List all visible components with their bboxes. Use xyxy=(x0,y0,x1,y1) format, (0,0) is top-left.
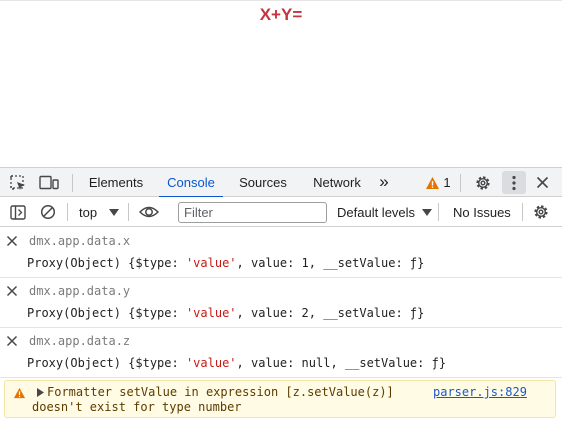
close-icon xyxy=(6,235,18,247)
dropdown-caret-icon xyxy=(421,209,432,216)
kebab-menu-icon[interactable] xyxy=(502,171,526,194)
console-command: dmx.app.data.x xyxy=(29,234,131,248)
warning-line-2: doesn't exist for type number xyxy=(32,400,242,414)
tab-network[interactable]: Network xyxy=(307,168,367,197)
console-command: dmx.app.data.z xyxy=(29,334,131,348)
toolbar-divider xyxy=(128,203,129,221)
result-suffix: , value: null, __setValue: ƒ} xyxy=(236,356,447,370)
console-messages: dmx.app.data.x Proxy(Object) {$type: 'va… xyxy=(0,228,562,430)
result-type-string: 'value' xyxy=(185,356,237,370)
log-levels-dropdown[interactable]: Default levels xyxy=(337,197,432,227)
context-selector[interactable]: top xyxy=(79,197,119,227)
warning-line-1: Formatter setValue in expression [z.setV… xyxy=(47,385,394,399)
warning-icon xyxy=(13,387,26,399)
context-label: top xyxy=(79,205,98,220)
log-levels-label: Default levels xyxy=(337,205,416,220)
result-prefix: Proxy(Object) {$type: xyxy=(27,356,186,370)
tabbar-divider xyxy=(72,174,73,192)
console-result[interactable]: Proxy(Object) {$type: 'value', value: nu… xyxy=(27,356,446,370)
result-prefix: Proxy(Object) {$type: xyxy=(27,306,186,320)
eye-icon[interactable] xyxy=(137,197,161,227)
console-warning[interactable]: Formatter setValue in expression [z.setV… xyxy=(4,380,556,418)
sidebar-toggle-icon[interactable] xyxy=(8,197,28,227)
devtools-tabbar: Elements Console Sources Network » 1 xyxy=(0,167,562,198)
devtools-panel: Elements Console Sources Network » 1 top xyxy=(0,167,562,430)
tab-console[interactable]: Console xyxy=(159,168,223,198)
warning-source-link[interactable]: parser.js:829 xyxy=(433,385,527,399)
console-message[interactable]: dmx.app.data.x Proxy(Object) {$type: 'va… xyxy=(0,228,562,278)
console-toolbar: top Default levels No Issues xyxy=(0,197,562,227)
console-settings-gear-icon[interactable] xyxy=(530,197,552,227)
dropdown-caret-icon xyxy=(108,209,119,216)
warnings-count: 1 xyxy=(443,175,451,190)
result-type-string: 'value' xyxy=(185,306,237,320)
settings-gear-icon[interactable] xyxy=(472,168,494,197)
console-result[interactable]: Proxy(Object) {$type: 'value', value: 1,… xyxy=(27,256,424,270)
result-suffix: , value: 2, __setValue: ƒ} xyxy=(236,306,425,320)
console-message[interactable]: dmx.app.data.z Proxy(Object) {$type: 'va… xyxy=(0,328,562,378)
tabbar-divider xyxy=(460,174,461,192)
toolbar-divider xyxy=(522,203,523,221)
result-type-string: 'value' xyxy=(185,256,237,270)
console-message[interactable]: dmx.app.data.y Proxy(Object) {$type: 'va… xyxy=(0,278,562,328)
warnings-counter[interactable]: 1 xyxy=(424,168,452,197)
more-tabs-icon[interactable]: » xyxy=(374,168,394,197)
tab-elements[interactable]: Elements xyxy=(86,168,146,197)
tab-sources[interactable]: Sources xyxy=(236,168,290,197)
close-icon xyxy=(6,335,18,347)
result-prefix: Proxy(Object) {$type: xyxy=(27,256,186,270)
close-icon[interactable] xyxy=(532,168,552,197)
warning-message: Formatter setValue in expression [z.setV… xyxy=(32,385,394,415)
warning-icon xyxy=(426,176,440,189)
inspect-element-icon[interactable] xyxy=(8,168,28,197)
page-viewport: X+Y= xyxy=(0,0,562,167)
filter-input[interactable] xyxy=(178,202,327,223)
console-command: dmx.app.data.y xyxy=(29,284,131,298)
console-result[interactable]: Proxy(Object) {$type: 'value', value: 2,… xyxy=(27,306,424,320)
clear-console-icon[interactable] xyxy=(38,197,58,227)
close-icon xyxy=(6,285,18,297)
page-heading: X+Y= xyxy=(259,5,303,24)
device-toolbar-icon[interactable] xyxy=(38,168,60,197)
issues-button[interactable]: No Issues xyxy=(453,197,511,227)
toolbar-divider xyxy=(438,203,439,221)
toolbar-divider xyxy=(67,203,68,221)
result-suffix: , value: 1, __setValue: ƒ} xyxy=(236,256,425,270)
